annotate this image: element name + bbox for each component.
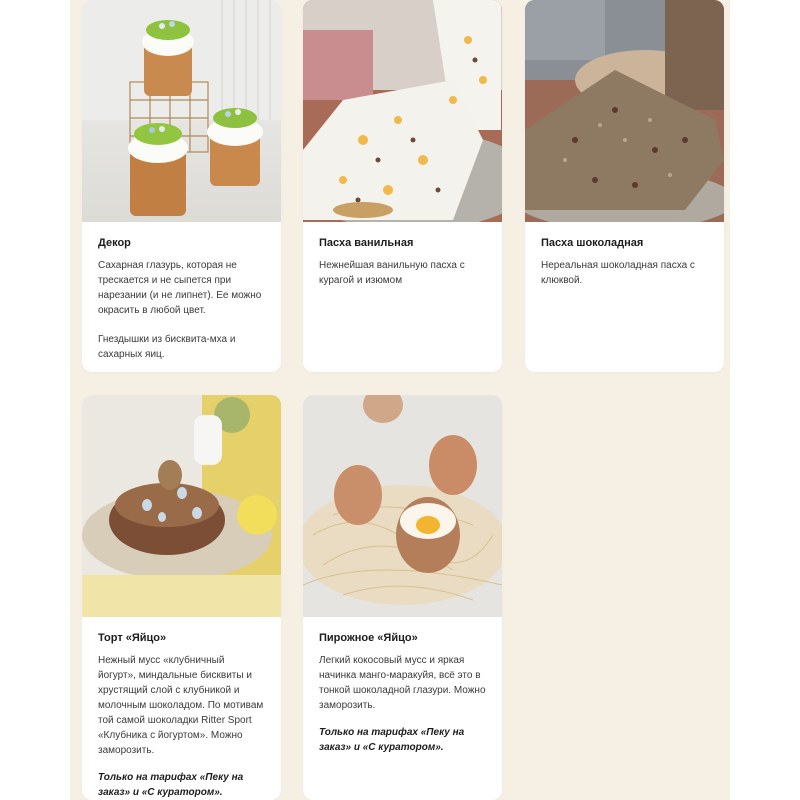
card-title: Торт «Яйцо» <box>98 632 167 644</box>
tariff-note: Только на тарифах «Пеку на заказ» и «С к… <box>98 772 244 798</box>
decor-photo <box>82 0 281 222</box>
card-description: Сахарная глазурь, которая не трескается … <box>98 260 262 316</box>
egg-cake-image <box>82 395 281 617</box>
product-card-egg-cake[interactable]: Торт «Яйцо» Нежный мусс «клубничный йогу… <box>82 395 281 800</box>
product-card-vanilla-paskha[interactable]: Пасха ванильная Нежнейшая ванильную пасх… <box>303 0 502 372</box>
product-gallery-page: Декор Сахарная глазурь, которая не треск… <box>0 0 800 800</box>
card-description: Нежнейшая ванильную пасха с курагой и из… <box>319 260 465 286</box>
egg-cake-photo <box>82 395 281 617</box>
product-card-chocolate-paskha[interactable]: Пасха шоколадная Нереальная шоколадная п… <box>525 0 724 372</box>
tariff-note: Только на тарифах «Пеку на заказ» и «С к… <box>319 727 465 753</box>
card-title: Пасха шоколадная <box>541 237 644 249</box>
card-title: Пирожное «Яйцо» <box>319 632 418 644</box>
product-card-decor[interactable]: Декор Сахарная глазурь, которая не треск… <box>82 0 281 372</box>
vanilla-paskha-image <box>303 0 502 222</box>
card-description: Нежный мусс «клубничный йогурт», миндаль… <box>98 655 264 756</box>
vanilla-paskha-photo <box>303 0 502 222</box>
chocolate-paskha-image <box>525 0 724 222</box>
card-title: Декор <box>98 237 131 249</box>
decor-image <box>82 0 281 222</box>
egg-pastry-image <box>303 395 502 617</box>
chocolate-paskha-photo <box>525 0 724 222</box>
product-card-egg-pastry[interactable]: Пирожное «Яйцо» Легкий кокосовый мусс и … <box>303 395 502 800</box>
card-title: Пасха ванильная <box>319 237 414 249</box>
card-description: Нереальная шоколадная пасха с клюквой. <box>541 260 695 286</box>
egg-pastry-photo <box>303 395 502 617</box>
card-description: Легкий кокосовый мусс и яркая начинка ма… <box>319 655 486 711</box>
card-description-extra: Гнездышки из бисквита-мха и сахарных яиц… <box>98 334 236 360</box>
